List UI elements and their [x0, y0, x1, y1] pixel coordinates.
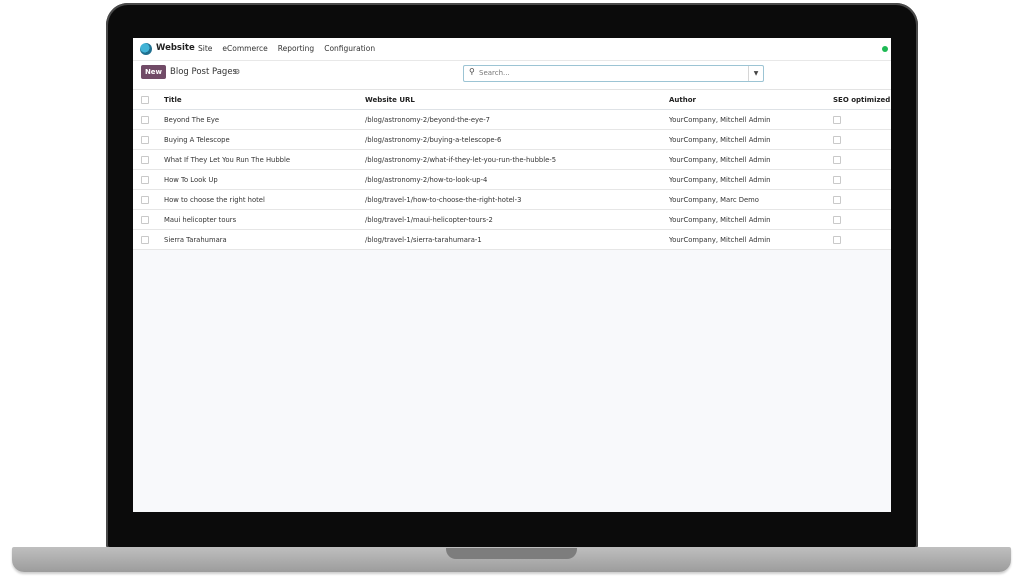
row-select-cell: [133, 129, 164, 150]
table-row[interactable]: Maui helicopter tours /blog/travel-1/mau…: [133, 209, 891, 230]
table-row[interactable]: How to choose the right hotel /blog/trav…: [133, 189, 891, 210]
gear-icon[interactable]: ⚙: [234, 68, 240, 76]
row-select-cell: [133, 209, 164, 230]
cell-title[interactable]: Buying A Telescope: [164, 129, 365, 150]
cell-author[interactable]: YourCompany, Mitchell Admin: [669, 229, 833, 250]
cell-title[interactable]: How to choose the right hotel: [164, 189, 365, 210]
cell-seo: [833, 149, 891, 170]
row-checkbox[interactable]: [141, 195, 149, 204]
cell-seo: [833, 189, 891, 210]
row-checkbox[interactable]: [141, 135, 149, 144]
cell-seo: [833, 169, 891, 190]
table-row[interactable]: Buying A Telescope /blog/astronomy-2/buy…: [133, 129, 891, 150]
cell-url[interactable]: /blog/travel-1/how-to-choose-the-right-h…: [365, 189, 669, 210]
search-input[interactable]: [479, 68, 739, 78]
seo-optimized-checkbox[interactable]: [833, 175, 841, 184]
menu-reporting[interactable]: Reporting: [278, 44, 314, 53]
menu-ecommerce[interactable]: eCommerce: [222, 44, 267, 53]
header-author[interactable]: Author: [669, 90, 833, 110]
table-row[interactable]: Sierra Tarahumara /blog/travel-1/sierra-…: [133, 229, 891, 250]
cell-seo: [833, 109, 891, 130]
cell-author[interactable]: YourCompany, Mitchell Admin: [669, 149, 833, 170]
cell-author[interactable]: YourCompany, Mitchell Admin: [669, 109, 833, 130]
header-title[interactable]: Title: [164, 90, 365, 110]
menu-site[interactable]: Site: [198, 44, 212, 53]
cell-url[interactable]: /blog/astronomy-2/beyond-the-eye-7: [365, 109, 669, 130]
cell-title[interactable]: Sierra Tarahumara: [164, 229, 365, 250]
row-select-cell: [133, 149, 164, 170]
row-checkbox[interactable]: [141, 115, 149, 124]
search-icon: ⚲: [469, 67, 475, 76]
search-options-dropdown-icon[interactable]: ▼: [748, 66, 763, 81]
blog-post-table: Title Website URL Author SEO optimized B…: [133, 90, 891, 250]
table-header-row: Title Website URL Author SEO optimized: [133, 90, 891, 110]
laptop-notch: [446, 548, 577, 559]
page-title: Blog Post Pages: [170, 67, 237, 77]
website-app-icon[interactable]: [140, 43, 152, 55]
cell-url[interactable]: /blog/travel-1/maui-helicopter-tours-2: [365, 209, 669, 230]
cell-title[interactable]: Beyond The Eye: [164, 109, 365, 130]
select-all-cell: [133, 90, 164, 110]
menu-configuration[interactable]: Configuration: [324, 44, 375, 53]
seo-optimized-checkbox[interactable]: [833, 215, 841, 224]
table-row[interactable]: Beyond The Eye /blog/astronomy-2/beyond-…: [133, 109, 891, 130]
cell-url[interactable]: /blog/astronomy-2/how-to-look-up-4: [365, 169, 669, 190]
seo-optimized-checkbox[interactable]: [833, 135, 841, 144]
cell-seo: [833, 129, 891, 150]
row-select-cell: [133, 109, 164, 130]
row-checkbox[interactable]: [141, 235, 149, 244]
top-navbar: Website Site eCommerce Reporting Configu…: [133, 38, 891, 61]
seo-optimized-checkbox[interactable]: [833, 195, 841, 204]
select-all-checkbox[interactable]: [141, 95, 149, 104]
header-seo-optimized[interactable]: SEO optimized: [833, 90, 891, 110]
table-row[interactable]: How To Look Up /blog/astronomy-2/how-to-…: [133, 169, 891, 190]
row-checkbox[interactable]: [141, 175, 149, 184]
seo-optimized-checkbox[interactable]: [833, 235, 841, 244]
new-button[interactable]: New: [141, 65, 166, 79]
row-checkbox[interactable]: [141, 215, 149, 224]
row-select-cell: [133, 189, 164, 210]
seo-optimized-checkbox[interactable]: [833, 155, 841, 164]
row-select-cell: [133, 169, 164, 190]
status-dot-icon: [882, 46, 888, 52]
main-menu: Site eCommerce Reporting Configuration: [198, 44, 375, 53]
cell-seo: [833, 229, 891, 250]
control-panel: New Blog Post Pages ⚙ ⚲ ▼: [133, 61, 891, 90]
search-box: ⚲ ▼: [463, 65, 764, 82]
table-row[interactable]: What If They Let You Run The Hubble /blo…: [133, 149, 891, 170]
seo-optimized-checkbox[interactable]: [833, 115, 841, 124]
cell-title[interactable]: What If They Let You Run The Hubble: [164, 149, 365, 170]
app-name[interactable]: Website: [156, 43, 195, 53]
cell-author[interactable]: YourCompany, Mitchell Admin: [669, 209, 833, 230]
cell-title[interactable]: How To Look Up: [164, 169, 365, 190]
cell-author[interactable]: YourCompany, Mitchell Admin: [669, 129, 833, 150]
cell-author[interactable]: YourCompany, Mitchell Admin: [669, 169, 833, 190]
cell-title[interactable]: Maui helicopter tours: [164, 209, 365, 230]
cell-url[interactable]: /blog/travel-1/sierra-tarahumara-1: [365, 229, 669, 250]
cell-author[interactable]: YourCompany, Marc Demo: [669, 189, 833, 210]
row-select-cell: [133, 229, 164, 250]
cell-url[interactable]: /blog/astronomy-2/what-if-they-let-you-r…: [365, 149, 669, 170]
cell-url[interactable]: /blog/astronomy-2/buying-a-telescope-6: [365, 129, 669, 150]
app-screen: Website Site eCommerce Reporting Configu…: [133, 38, 891, 512]
row-checkbox[interactable]: [141, 155, 149, 164]
header-website-url[interactable]: Website URL: [365, 90, 669, 110]
cell-seo: [833, 209, 891, 230]
